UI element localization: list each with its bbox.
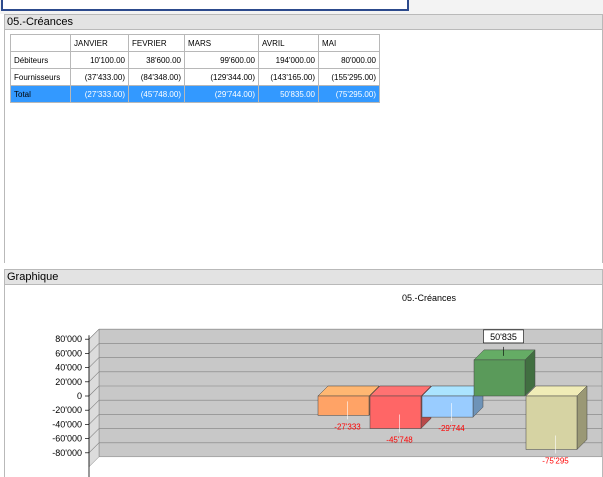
bar-front bbox=[525, 395, 578, 450]
grid-cell[interactable]: (27'333.00) bbox=[70, 85, 129, 103]
grid-cell[interactable]: (129'344.00) bbox=[184, 68, 259, 86]
panel-body-graphique: 05.-Créances 80'000 60'000 40'000 20'000 0 -2… bbox=[4, 285, 603, 477]
grid-cell[interactable]: (75'295.00) bbox=[318, 85, 380, 103]
chart-side-wall bbox=[88, 328, 100, 468]
bar-front bbox=[317, 395, 370, 416]
grid-cell[interactable]: (37'433.00) bbox=[70, 68, 129, 86]
bar-chart: 05.-Créances 80'000 60'000 40'000 20'000 0 -2… bbox=[52, 293, 602, 477]
bar-side bbox=[576, 385, 588, 451]
bar-front bbox=[369, 395, 422, 429]
grid-col-header[interactable]: MARS bbox=[184, 34, 259, 52]
data-label: 50'835 bbox=[490, 332, 517, 342]
grid-cell[interactable]: (143'165.00) bbox=[258, 68, 319, 86]
grid-col-header[interactable]: AVRIL bbox=[258, 34, 319, 52]
panel-header-graphique[interactable]: Graphique bbox=[4, 269, 603, 285]
bar-top bbox=[525, 385, 588, 397]
y-tick-label: 60'000 bbox=[55, 348, 82, 358]
panel-title: Graphique bbox=[7, 271, 59, 283]
grid-cell[interactable]: (84'348.00) bbox=[128, 68, 185, 86]
y-tick-label: -60'000 bbox=[52, 434, 82, 444]
y-tick-label: 80'000 bbox=[55, 334, 82, 344]
grid-cell[interactable]: 99'600.00 bbox=[184, 51, 259, 69]
grid-cell[interactable]: (45'748.00) bbox=[128, 85, 185, 103]
panel-header-creances[interactable]: 05.-Créances bbox=[4, 14, 603, 30]
row-label: Débiteurs bbox=[10, 51, 71, 69]
grid-col-header[interactable]: MAI bbox=[318, 34, 380, 52]
grid-cell[interactable]: (155'295.00) bbox=[318, 68, 380, 86]
bar-top bbox=[369, 385, 432, 397]
data-label: -75'295 bbox=[542, 456, 569, 465]
grid-header-row: JANVIER FEVRIER MARS AVRIL MAI bbox=[10, 34, 380, 52]
grid-cell[interactable]: 50'835.00 bbox=[258, 85, 319, 103]
table-row[interactable]: Fournisseurs (37'433.00) (84'348.00) (12… bbox=[10, 68, 380, 86]
y-tick-label: 0 bbox=[77, 391, 82, 401]
top-band bbox=[0, 0, 603, 14]
grid-col-header[interactable]: JANVIER bbox=[70, 34, 129, 52]
row-label: Total bbox=[10, 85, 71, 103]
grid-cell[interactable]: (29'744.00) bbox=[184, 85, 259, 103]
row-label: Fournisseurs bbox=[10, 68, 71, 86]
bar-front bbox=[421, 395, 474, 418]
y-tick-label: -80'000 bbox=[52, 448, 82, 458]
y-tick-label: -40'000 bbox=[52, 419, 82, 429]
bar-front bbox=[473, 359, 526, 397]
table-row[interactable]: Débiteurs 10'100.00 38'600.00 99'600.00 … bbox=[10, 51, 380, 69]
y-tick-label: 40'000 bbox=[55, 363, 82, 373]
data-label: -45'748 bbox=[386, 435, 413, 444]
grid-cell[interactable]: 38'600.00 bbox=[128, 51, 185, 69]
data-label: -27'333 bbox=[334, 422, 361, 431]
grid-cell[interactable]: 80'000.00 bbox=[318, 51, 380, 69]
chart-title: 05.-Créances bbox=[402, 293, 457, 303]
table-row-total[interactable]: Total (27'333.00) (45'748.00) (29'744.00… bbox=[10, 85, 380, 103]
grid-corner bbox=[10, 34, 71, 52]
data-grid[interactable]: JANVIER FEVRIER MARS AVRIL MAI Débiteurs… bbox=[10, 34, 380, 103]
y-axis: 80'000 60'000 40'000 20'000 0 -20'000 -40'000 -… bbox=[52, 334, 90, 477]
grid-cell[interactable]: 194'000.00 bbox=[258, 51, 319, 69]
data-label: -29'744 bbox=[438, 424, 465, 433]
y-tick-label: 20'000 bbox=[55, 377, 82, 387]
grid-col-header[interactable]: FEVRIER bbox=[128, 34, 185, 52]
bar-top bbox=[473, 349, 536, 361]
panel-title: 05.-Créances bbox=[7, 16, 74, 28]
top-frame bbox=[1, 0, 409, 11]
y-tick-label: -20'000 bbox=[52, 405, 82, 415]
bar-top bbox=[317, 385, 380, 397]
grid-cell[interactable]: 10'100.00 bbox=[70, 51, 129, 69]
